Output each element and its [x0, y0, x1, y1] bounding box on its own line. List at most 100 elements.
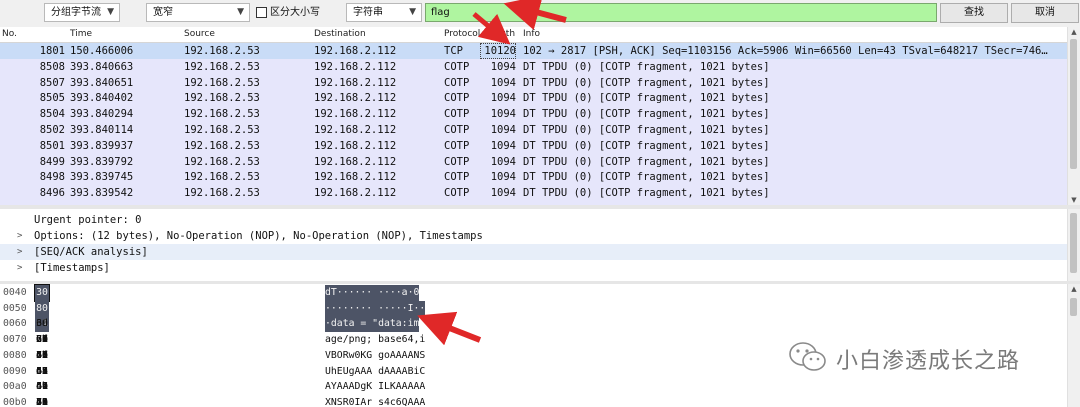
details-scrollbar[interactable] — [1067, 209, 1080, 281]
hex-byte[interactable]: 69 — [35, 332, 49, 348]
hex-byte[interactable]: 6d — [35, 316, 49, 332]
packet-protocol: COTP — [444, 92, 470, 105]
detail-row[interactable]: Urgent pointer: 0 — [0, 212, 1068, 228]
packet-time: 393.839542 — [70, 187, 134, 200]
col-header-time[interactable]: Time — [70, 27, 92, 42]
packet-info: DT TPDU (0) [COTP fragment, 1021 bytes] — [523, 60, 770, 73]
search-in-value: 分组字节流 — [51, 7, 101, 18]
packet-time: 393.839792 — [70, 155, 134, 168]
scrollbar-thumb[interactable] — [1070, 298, 1077, 316]
packet-info: DT TPDU (0) [COTP fragment, 1021 bytes] — [523, 171, 770, 184]
find-button[interactable]: 查找 — [940, 3, 1008, 23]
packet-protocol: COTP — [444, 139, 470, 152]
packet-protocol: COTP — [444, 60, 470, 73]
packet-no: 1801 — [39, 45, 65, 57]
hex-byte[interactable]: 53 — [35, 348, 49, 364]
chevron-down-icon: ▼ — [237, 7, 244, 17]
packet-no: 8508 — [39, 60, 65, 73]
packet-info: 102 → 2817 [PSH, ACK] Seq=1103156 Ack=59… — [523, 45, 1048, 57]
hex-byte[interactable]: 41 — [35, 395, 49, 407]
char-width-select[interactable]: 宽窄 ▼ — [146, 3, 250, 22]
scroll-down-icon[interactable]: ▼ — [1068, 195, 1080, 205]
packet-row[interactable]: 8505 393.840402 192.168.2.53 192.168.2.1… — [0, 90, 1068, 106]
packet-info: DT TPDU (0) [COTP fragment, 1021 bytes] — [523, 139, 770, 152]
col-header-info[interactable]: Info — [523, 27, 540, 42]
case-sensitive-checkbox[interactable]: 区分大小写 — [256, 5, 320, 21]
packet-details: Urgent pointer: 0 > Options: (12 bytes),… — [0, 209, 1068, 281]
byte-offset: 0090 — [3, 365, 27, 377]
col-header-protocol[interactable]: Protocol — [444, 27, 480, 42]
packet-time: 393.840651 — [70, 76, 134, 89]
packet-row[interactable]: 8504 393.840294 192.168.2.53 192.168.2.1… — [0, 106, 1068, 122]
packet-row[interactable]: 8498 393.839745 192.168.2.53 192.168.2.1… — [0, 169, 1068, 185]
chevron-down-icon: ▼ — [107, 7, 114, 17]
packet-no: 8502 — [39, 124, 65, 136]
detail-row[interactable]: > [SEQ/ACK analysis] — [0, 244, 1068, 260]
chevron-right-icon[interactable]: > — [17, 244, 22, 260]
packet-info: DT TPDU (0) [COTP fragment, 1021 bytes] — [523, 108, 770, 121]
chevron-right-icon[interactable]: > — [17, 260, 22, 276]
scroll-up-icon[interactable]: ▲ — [1068, 284, 1080, 294]
search-input[interactable]: flag — [425, 3, 937, 22]
packet-no: 8501 — [39, 139, 65, 152]
packet-row[interactable]: 8501 393.839937 192.168.2.53 192.168.2.1… — [0, 138, 1068, 154]
scrollbar-thumb[interactable] — [1070, 213, 1077, 273]
ascii-text: AYAAADgK ILKAAAAA — [325, 381, 426, 393]
col-header-destination[interactable]: Destination — [314, 27, 366, 42]
cancel-button[interactable]: 取消 — [1011, 3, 1079, 23]
packet-time: 393.839745 — [70, 171, 134, 184]
packet-row[interactable]: 8496 393.839542 192.168.2.53 192.168.2.1… — [0, 185, 1068, 201]
ascii-text: ········ ·····I·· — [325, 300, 426, 317]
ascii-text: dT······ ····a·0 — [325, 285, 420, 301]
byte-offset: 0060 — [3, 318, 27, 330]
col-header-no[interactable]: No. — [2, 27, 17, 42]
chevron-right-icon[interactable]: > — [17, 228, 22, 244]
packet-length: 1094 — [490, 76, 516, 89]
packet-destination: 192.168.2.112 — [314, 124, 397, 136]
packet-length: 1094 — [490, 139, 516, 152]
packet-row[interactable]: 8507 393.840651 192.168.2.53 192.168.2.1… — [0, 75, 1068, 91]
search-type-select[interactable]: 字符串 ▼ — [346, 3, 422, 22]
packet-destination: 192.168.2.112 — [314, 108, 397, 121]
packet-protocol: COTP — [444, 171, 470, 184]
packet-row[interactable]: 8502 393.840114 192.168.2.53 192.168.2.1… — [0, 122, 1068, 138]
scrollbar-thumb[interactable] — [1070, 39, 1077, 169]
packet-info: DT TPDU (0) [COTP fragment, 1021 bytes] — [523, 187, 770, 200]
packet-row[interactable]: 8508 393.840663 192.168.2.53 192.168.2.1… — [0, 59, 1068, 75]
bytes-row[interactable]: 00b0 58 4e 53 52 30 49 41 72 73 34 63 36 51 41 41 41 XNSR… — [0, 395, 1068, 407]
packet-destination: 192.168.2.112 — [314, 76, 397, 89]
col-header-source[interactable]: Source — [184, 27, 215, 42]
byte-offset: 0050 — [3, 302, 27, 314]
hex-byte[interactable]: 30 — [35, 285, 49, 301]
packet-info: DT TPDU (0) [COTP fragment, 1021 bytes] — [523, 92, 770, 105]
packet-row[interactable]: 1801 150.466006 192.168.2.53 192.168.2.1… — [0, 43, 1068, 59]
detail-text: Urgent pointer: 0 — [34, 214, 142, 226]
byte-offset: 00a0 — [3, 381, 27, 393]
bytes-row[interactable]: 0040645403001fc602f08001000100611e30dT··… — [0, 284, 1068, 302]
find-toolbar: 分组字节流 ▼ 宽窄 ▼ 区分大小写 字符串 ▼ flag 查找 取消 — [0, 0, 1080, 28]
hex-byte[interactable]: 80 — [35, 300, 49, 317]
packet-protocol: COTP — [444, 124, 470, 136]
scroll-up-icon[interactable]: ▲ — [1068, 27, 1080, 37]
packet-source: 192.168.2.53 — [184, 155, 260, 168]
packet-list-scrollbar[interactable]: ▲ ▼ — [1067, 27, 1080, 205]
bytes-row[interactable]: 00a0 41 59 41 41 41 44 67 4b 49 4c 4b 41 41 41 41 41 AYAA… — [0, 379, 1068, 395]
watermark-text: 小白渗透成长之路 — [836, 349, 1021, 374]
hex-byte[interactable]: 41 — [35, 379, 49, 395]
col-header-length[interactable]: Length — [484, 27, 515, 42]
packet-time: 393.840114 — [70, 124, 134, 136]
case-sensitive-label: 区分大小写 — [270, 7, 320, 18]
bytes-row[interactable]: 00501c020103a017a1150202020fbf490e80····… — [0, 300, 1068, 317]
packet-no: 8507 — [39, 76, 65, 89]
packet-protocol: COTP — [444, 108, 470, 121]
bytes-scrollbar[interactable]: ▲ — [1067, 284, 1080, 407]
detail-row[interactable]: > [Timestamps] — [0, 260, 1068, 276]
packet-time: 393.840294 — [70, 108, 134, 121]
bytes-row[interactable]: 00600964617461203d2022646174613a696d·dat… — [0, 316, 1068, 333]
detail-row[interactable]: > Options: (12 bytes), No-Operation (NOP… — [0, 228, 1068, 244]
hex-byte[interactable]: 43 — [35, 364, 49, 380]
packet-row[interactable]: 8499 393.839792 192.168.2.53 192.168.2.1… — [0, 154, 1068, 170]
ascii-text: age/png; base64,i — [325, 334, 426, 346]
search-type-value: 字符串 — [353, 7, 383, 18]
search-in-select[interactable]: 分组字节流 ▼ — [44, 3, 120, 22]
